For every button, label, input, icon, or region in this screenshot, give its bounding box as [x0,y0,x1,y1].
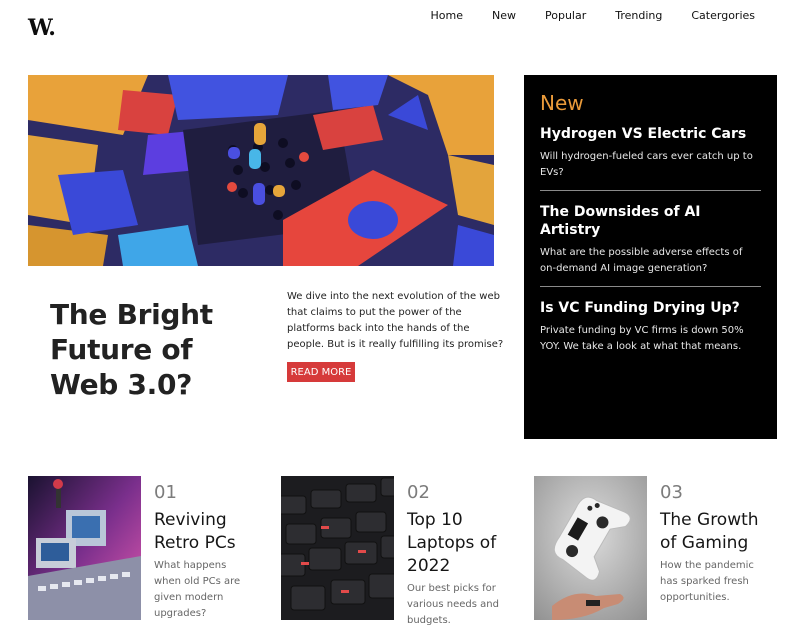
new-item[interactable]: Hydrogen VS Electric Cars Will hydrogen-… [540,125,761,190]
nav-trending[interactable]: Trending [615,9,662,22]
laptop-keyboard-image [281,476,394,620]
nav-categories[interactable]: Catergories [691,9,755,22]
new-item-title[interactable]: Is VC Funding Drying Up? [540,299,761,317]
card-number: 01 [154,482,177,503]
card-number: 02 [407,482,430,503]
logo[interactable]: W. [28,15,56,41]
nav-new[interactable]: New [492,9,516,22]
divider [540,286,761,287]
divider [540,190,761,191]
new-item-desc: Will hydrogen-fueled cars ever catch up … [540,151,753,178]
hero-title[interactable]: The Bright Future of Web 3.0? [50,297,255,402]
nav-popular[interactable]: Popular [545,9,586,22]
nav-home[interactable]: Home [431,9,463,22]
read-more-button[interactable]: READ MORE [287,362,355,382]
gaming-controller-image [534,476,647,620]
hero-description: We dive into the next evolution of the w… [287,291,504,350]
new-item-title[interactable]: Hydrogen VS Electric Cars [540,125,761,143]
card-description: Our best picks for various needs and bud… [407,583,499,626]
retro-pc-image [28,476,141,620]
new-item-desc: Private funding by VC firms is down 50% … [540,325,744,352]
new-item[interactable]: Is VC Funding Drying Up? Private funding… [540,299,761,364]
new-panel-heading: New [540,91,584,115]
new-item-title[interactable]: The Downsides of AI Artistry [540,203,761,239]
new-item[interactable]: The Downsides of AI Artistry What are th… [540,203,761,286]
hero-image [28,75,494,266]
card-description: What happens when old PCs are given mode… [154,560,241,619]
card-title[interactable]: Top 10 Laptops of 2022 [407,509,522,578]
card-title[interactable]: Reviving Retro PCs [154,509,269,555]
main-nav: Home New Popular Trending Catergories [402,9,755,22]
new-articles-panel: New Hydrogen VS Electric Cars Will hydro… [524,75,777,439]
card-title[interactable]: The Growth of Gaming [660,509,775,555]
card-description: How the pandemic has sparked fresh oppor… [660,560,754,603]
new-item-desc: What are the possible adverse effects of… [540,247,743,274]
card-number: 03 [660,482,683,503]
